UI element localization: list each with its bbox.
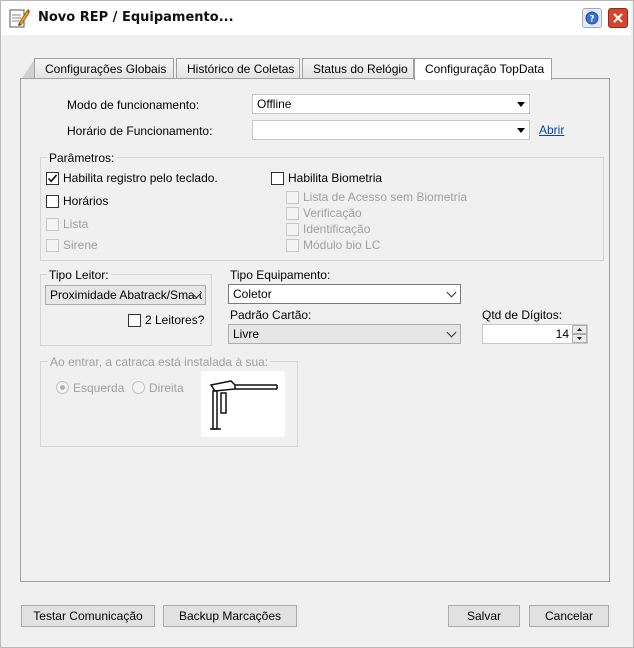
tipo-leitor-select[interactable]: Proximidade Abatrack/Smart bbox=[45, 285, 206, 305]
tab-status-relogio[interactable]: Status do Relógio bbox=[302, 58, 414, 78]
close-button[interactable] bbox=[608, 8, 628, 28]
chevron-down-icon bbox=[446, 327, 457, 338]
sirene-label: Sirene bbox=[63, 238, 98, 252]
horarios-checkbox[interactable] bbox=[46, 195, 59, 208]
chevron-down-icon bbox=[446, 287, 457, 298]
esquerda-label: Esquerda bbox=[73, 381, 125, 395]
bio-lista-acesso-checkbox bbox=[286, 191, 299, 204]
salvar-button[interactable]: Salvar bbox=[448, 605, 520, 627]
bio-modulo-lc-label: Módulo bio LC bbox=[303, 238, 381, 252]
cancelar-button[interactable]: Cancelar bbox=[529, 605, 609, 627]
catraca-title: Ao entrar, a catraca está instalada à su… bbox=[48, 355, 271, 369]
direita-radio bbox=[132, 381, 145, 394]
window-title: Novo REP / Equipamento... bbox=[38, 10, 234, 25]
direita-label: Direita bbox=[149, 381, 184, 395]
modo-label: Modo de funcionamento: bbox=[67, 98, 200, 112]
bio-lista-acesso-label: Lista de Acesso sem Biometria bbox=[303, 190, 468, 204]
stepper-up-button[interactable] bbox=[572, 325, 587, 334]
checkmark-icon bbox=[47, 174, 58, 183]
teclado-label: Habilita registro pelo teclado. bbox=[63, 171, 218, 185]
tipo-equipamento-select[interactable]: Coletor bbox=[228, 284, 461, 304]
dois-leitores-label: 2 Leitores? bbox=[145, 313, 205, 327]
lista-checkbox bbox=[46, 218, 59, 231]
biometria-checkbox[interactable] bbox=[271, 172, 284, 185]
horario-select[interactable] bbox=[252, 120, 530, 140]
stepper-down-button[interactable] bbox=[572, 334, 587, 343]
bio-modulo-lc-checkbox bbox=[286, 239, 299, 252]
tipo-equipamento-label: Tipo Equipamento: bbox=[230, 268, 331, 282]
esquerda-radio bbox=[56, 381, 69, 394]
bio-verificacao-checkbox bbox=[286, 207, 299, 220]
modo-value: Offline bbox=[257, 97, 292, 111]
arrow-up-icon bbox=[577, 328, 582, 331]
bio-verificacao-label: Verificação bbox=[303, 206, 362, 220]
horario-label: Horário de Funcionamento: bbox=[67, 124, 213, 138]
help-icon: ? bbox=[585, 11, 599, 25]
close-icon bbox=[613, 13, 623, 23]
abrir-link[interactable]: Abrir bbox=[539, 123, 564, 137]
tab-configuracao-topdata[interactable]: Configuração TopData bbox=[414, 58, 552, 80]
backup-marcacoes-button[interactable]: Backup Marcações bbox=[163, 605, 297, 627]
tab-strip-left-edge bbox=[22, 60, 34, 78]
padrao-cartao-value: Livre bbox=[233, 327, 260, 341]
testar-comunicacao-button[interactable]: Testar Comunicação bbox=[21, 605, 155, 627]
qtd-digitos-value: 14 bbox=[555, 327, 569, 341]
turnstile-image bbox=[201, 371, 285, 437]
app-icon bbox=[7, 6, 31, 30]
arrow-down-icon bbox=[577, 337, 582, 340]
svg-text:?: ? bbox=[589, 15, 594, 25]
tipo-leitor-value: Proximidade Abatrack/Smart bbox=[50, 288, 203, 302]
dropdown-arrow-icon bbox=[517, 128, 525, 133]
teclado-checkbox[interactable] bbox=[46, 172, 59, 185]
tipo-equipamento-value: Coletor bbox=[233, 287, 272, 301]
sirene-checkbox bbox=[46, 239, 59, 252]
qtd-digitos-label: Qtd de Dígitos: bbox=[482, 308, 563, 322]
parametros-title: Parâmetros: bbox=[47, 151, 117, 165]
tipo-leitor-title: Tipo Leitor: bbox=[47, 268, 111, 282]
bio-identificacao-label: Identificação bbox=[303, 222, 371, 236]
padrao-cartao-select[interactable]: Livre bbox=[228, 324, 461, 344]
dois-leitores-checkbox[interactable] bbox=[128, 314, 141, 327]
help-button[interactable]: ? bbox=[582, 8, 602, 28]
padrao-cartao-label: Padrão Cartão: bbox=[230, 308, 312, 322]
lista-label: Lista bbox=[63, 217, 89, 231]
tab-configuracoes-globais[interactable]: Configurações Globais bbox=[34, 58, 174, 78]
biometria-label: Habilita Biometria bbox=[288, 171, 383, 185]
modo-select[interactable]: Offline bbox=[252, 94, 530, 114]
dropdown-arrow-icon bbox=[517, 102, 525, 107]
tab-historico-coletas[interactable]: Histórico de Coletas bbox=[176, 58, 300, 78]
horarios-label: Horários bbox=[63, 194, 109, 208]
bio-identificacao-checkbox bbox=[286, 223, 299, 236]
